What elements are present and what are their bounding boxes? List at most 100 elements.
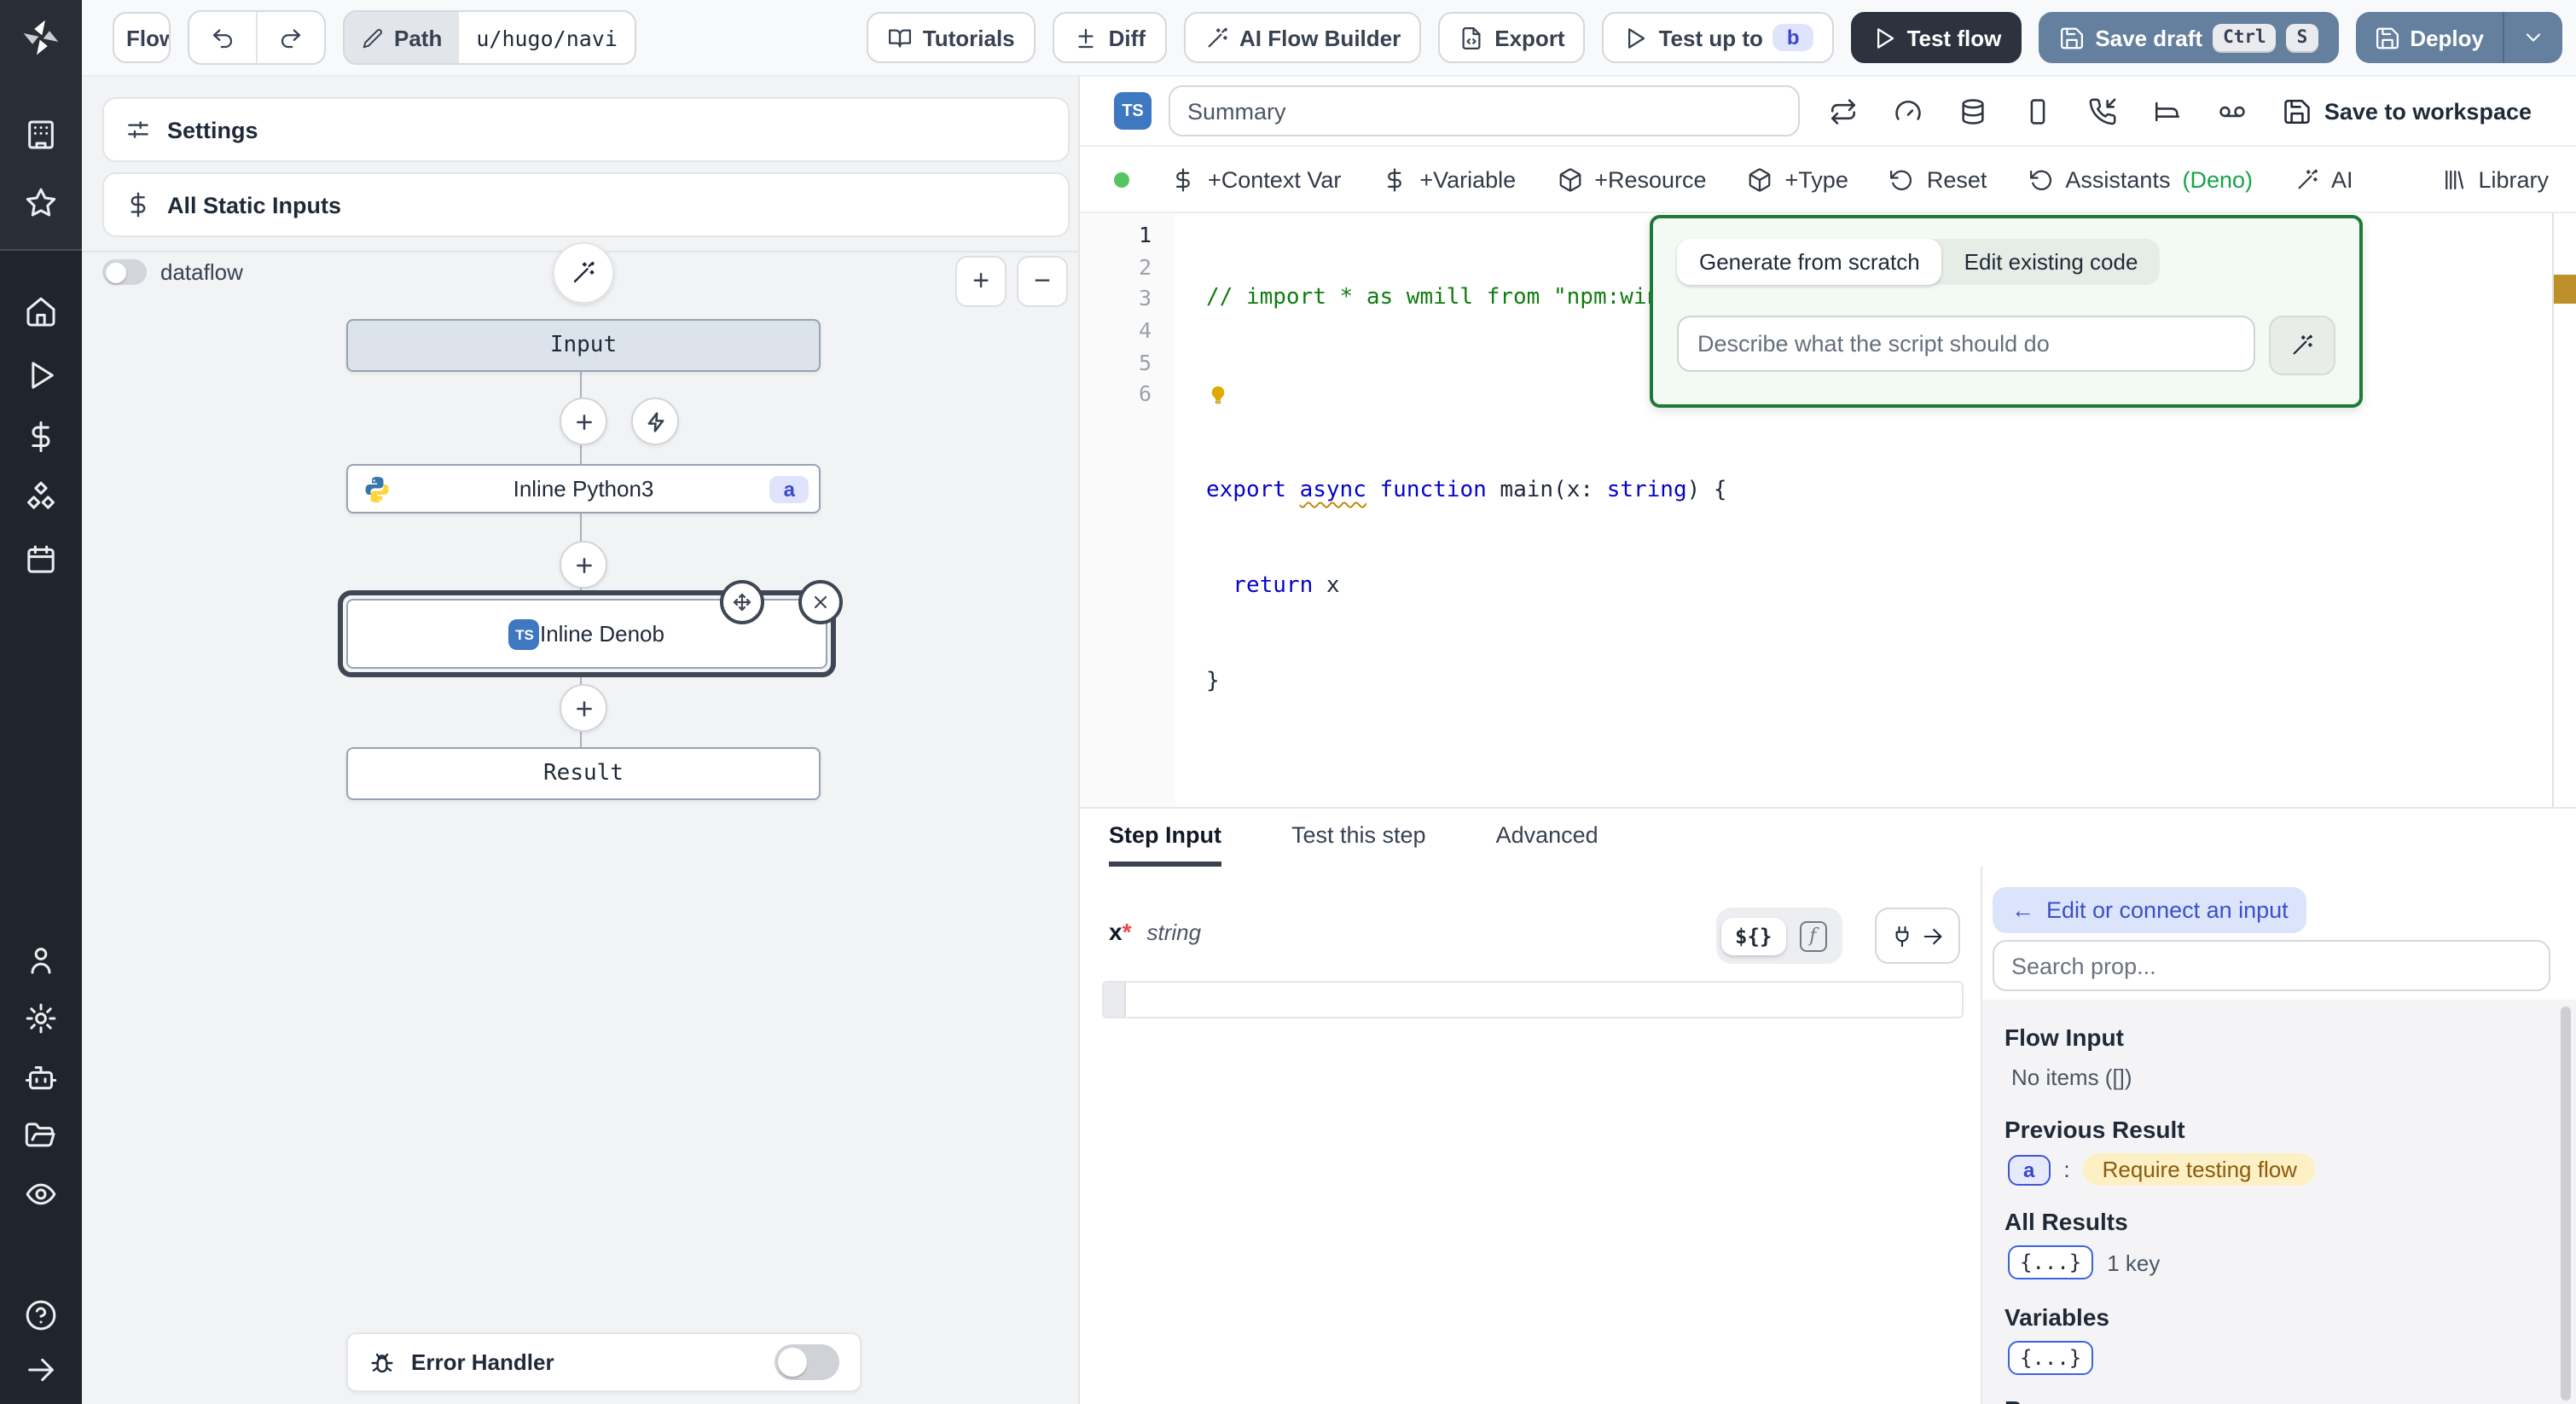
sliders-icon (125, 116, 152, 143)
node-result[interactable]: Result (346, 747, 821, 800)
save-draft-button[interactable]: Save draftCtrlS (2039, 12, 2338, 63)
lightbulb-icon[interactable] (1206, 384, 1230, 408)
test-flow-button[interactable]: Test flow (1851, 12, 2022, 63)
tab-step-input[interactable]: Step Input (1109, 809, 1221, 867)
connect-input-button[interactable] (1875, 908, 1960, 964)
phone-incoming-icon[interactable] (2089, 96, 2118, 125)
move-node-button[interactable] (720, 580, 764, 624)
runs-play-icon[interactable] (24, 358, 58, 392)
favorites-star-icon[interactable] (24, 186, 58, 220)
content-row: Settings All Static Inputs dataflow + − (82, 77, 2576, 1404)
database-cache-icon[interactable] (1959, 96, 1988, 125)
book-open-icon (887, 25, 913, 50)
insert-step-button[interactable] (560, 397, 607, 445)
export-button[interactable]: Export (1438, 12, 1585, 63)
variables-section-title: Variables (2005, 1303, 2109, 1331)
zoom-in-button[interactable]: + (955, 256, 1007, 307)
insert-step-button[interactable] (560, 684, 607, 732)
kbd-ctrl: Ctrl (2213, 24, 2277, 51)
windmill-logo-icon[interactable] (19, 15, 63, 60)
tutorials-button[interactable]: Tutorials (867, 12, 1036, 63)
step-input-content: x*string ${} f ←Edit or connect an input… (1080, 867, 2576, 1404)
deploy-button[interactable]: Deploy (2355, 12, 2503, 63)
assistants-button[interactable]: Assistants(Deno) (2028, 166, 2253, 192)
voicemail-icon[interactable] (2219, 96, 2248, 125)
diff-button[interactable]: Diff (1053, 12, 1166, 63)
error-handler-toggle[interactable] (775, 1344, 839, 1380)
settings-gear-icon[interactable] (24, 1001, 58, 1036)
zoom-out-button[interactable]: − (1017, 256, 1068, 307)
variables-dollar-icon[interactable] (24, 420, 58, 454)
gauge-concurrency-icon[interactable] (1894, 96, 1923, 125)
redo-button[interactable] (256, 12, 324, 63)
home-icon[interactable] (24, 295, 58, 329)
edit-or-connect-button[interactable]: ←Edit or connect an input (1993, 887, 2307, 933)
previous-result-key-badge[interactable]: a (2008, 1154, 2050, 1185)
ai-button[interactable]: AI (2294, 166, 2353, 192)
tab-advanced[interactable]: Advanced (1496, 809, 1598, 867)
ai-flow-builder-button[interactable]: AI Flow Builder (1183, 12, 1421, 63)
schedules-calendar-icon[interactable] (24, 542, 58, 577)
library-icon (2440, 166, 2466, 192)
deploy-dropdown-button[interactable] (2503, 12, 2562, 63)
folders-folder-icon[interactable] (24, 1119, 58, 1153)
insert-trigger-button[interactable] (631, 397, 679, 445)
node-inline-python[interactable]: Inline Python3 a (346, 464, 821, 513)
graph-ai-wand-button[interactable] (553, 242, 614, 304)
plug-icon (1890, 924, 1914, 948)
users-person-icon[interactable] (24, 943, 58, 978)
node-input[interactable]: Input (346, 319, 821, 372)
timeout-rectangle-icon[interactable] (2024, 96, 2053, 125)
tab-edit-existing-code[interactable]: Edit existing code (1942, 239, 2161, 285)
code-editor[interactable]: 123456 // import * as wmill from "npm:wi… (1080, 213, 2576, 807)
ai-generate-button[interactable] (2269, 316, 2335, 375)
diff-icon (1073, 25, 1099, 50)
field-value-input[interactable] (1102, 981, 1964, 1018)
reset-button[interactable]: Reset (1889, 166, 1987, 192)
function-mode-button[interactable]: f (1789, 920, 1836, 951)
wand-sparkles-icon (570, 259, 597, 287)
object-expand-badge[interactable]: {...} (2008, 1245, 2093, 1279)
test-up-to-button[interactable]: Test up tob (1603, 12, 1834, 63)
add-variable-button[interactable]: +Variable (1382, 166, 1516, 192)
pencil-icon (362, 26, 384, 49)
save-to-workspace-button[interactable]: Save to workspace (2283, 96, 2532, 125)
tab-test-this-step[interactable]: Test this step (1291, 809, 1426, 867)
delete-node-button[interactable] (798, 580, 843, 624)
colon-separator: : (2063, 1157, 2069, 1182)
wand-sparkles-icon (1204, 25, 1229, 50)
plus-icon (572, 554, 595, 576)
error-handler-row[interactable]: Error Handler (346, 1332, 862, 1392)
workers-robot-icon[interactable] (24, 1061, 58, 1095)
all-static-inputs-button[interactable]: All Static Inputs (102, 172, 1070, 237)
dataflow-toggle[interactable] (102, 259, 147, 285)
typescript-badge-icon: TS (1114, 92, 1152, 130)
add-type-button[interactable]: +Type (1748, 166, 1848, 192)
editor-header: TS Save to workspace (1080, 77, 2576, 147)
sleep-bed-icon[interactable] (2154, 96, 2183, 125)
expand-arrow-right-icon[interactable] (24, 1353, 58, 1387)
flow-settings-button[interactable]: Settings (102, 97, 1070, 162)
resources-boxes-icon[interactable] (24, 481, 58, 515)
path-chip[interactable]: Path u/hugo/navi (343, 10, 636, 65)
help-question-icon[interactable] (24, 1298, 58, 1332)
function-f-icon: f (1799, 920, 1826, 951)
save-icon (2059, 25, 2085, 50)
repeat-retries-icon[interactable] (1830, 96, 1859, 125)
summary-input[interactable] (1169, 85, 1800, 136)
workspace-building-icon[interactable] (24, 118, 58, 152)
line-number-gutter: 123456 (1080, 213, 1175, 807)
flow-button[interactable]: Flow (113, 12, 171, 63)
expression-mode-button[interactable]: ${} (1721, 917, 1785, 954)
audit-eye-icon[interactable] (24, 1177, 58, 1211)
library-button[interactable]: Library (2440, 166, 2549, 192)
undo-button[interactable] (189, 12, 256, 63)
add-resource-button[interactable]: +Resource (1557, 166, 1706, 192)
tab-generate-from-scratch[interactable]: Generate from scratch (1677, 239, 1942, 285)
search-prop-input[interactable] (1993, 940, 2550, 991)
prop-list-scrollbar[interactable] (2561, 1007, 2571, 1401)
ai-prompt-input[interactable] (1677, 316, 2255, 372)
add-context-var-button[interactable]: +Context Var (1170, 166, 1341, 192)
insert-step-button[interactable] (560, 541, 607, 589)
object-expand-badge[interactable]: {...} (2008, 1341, 2093, 1375)
